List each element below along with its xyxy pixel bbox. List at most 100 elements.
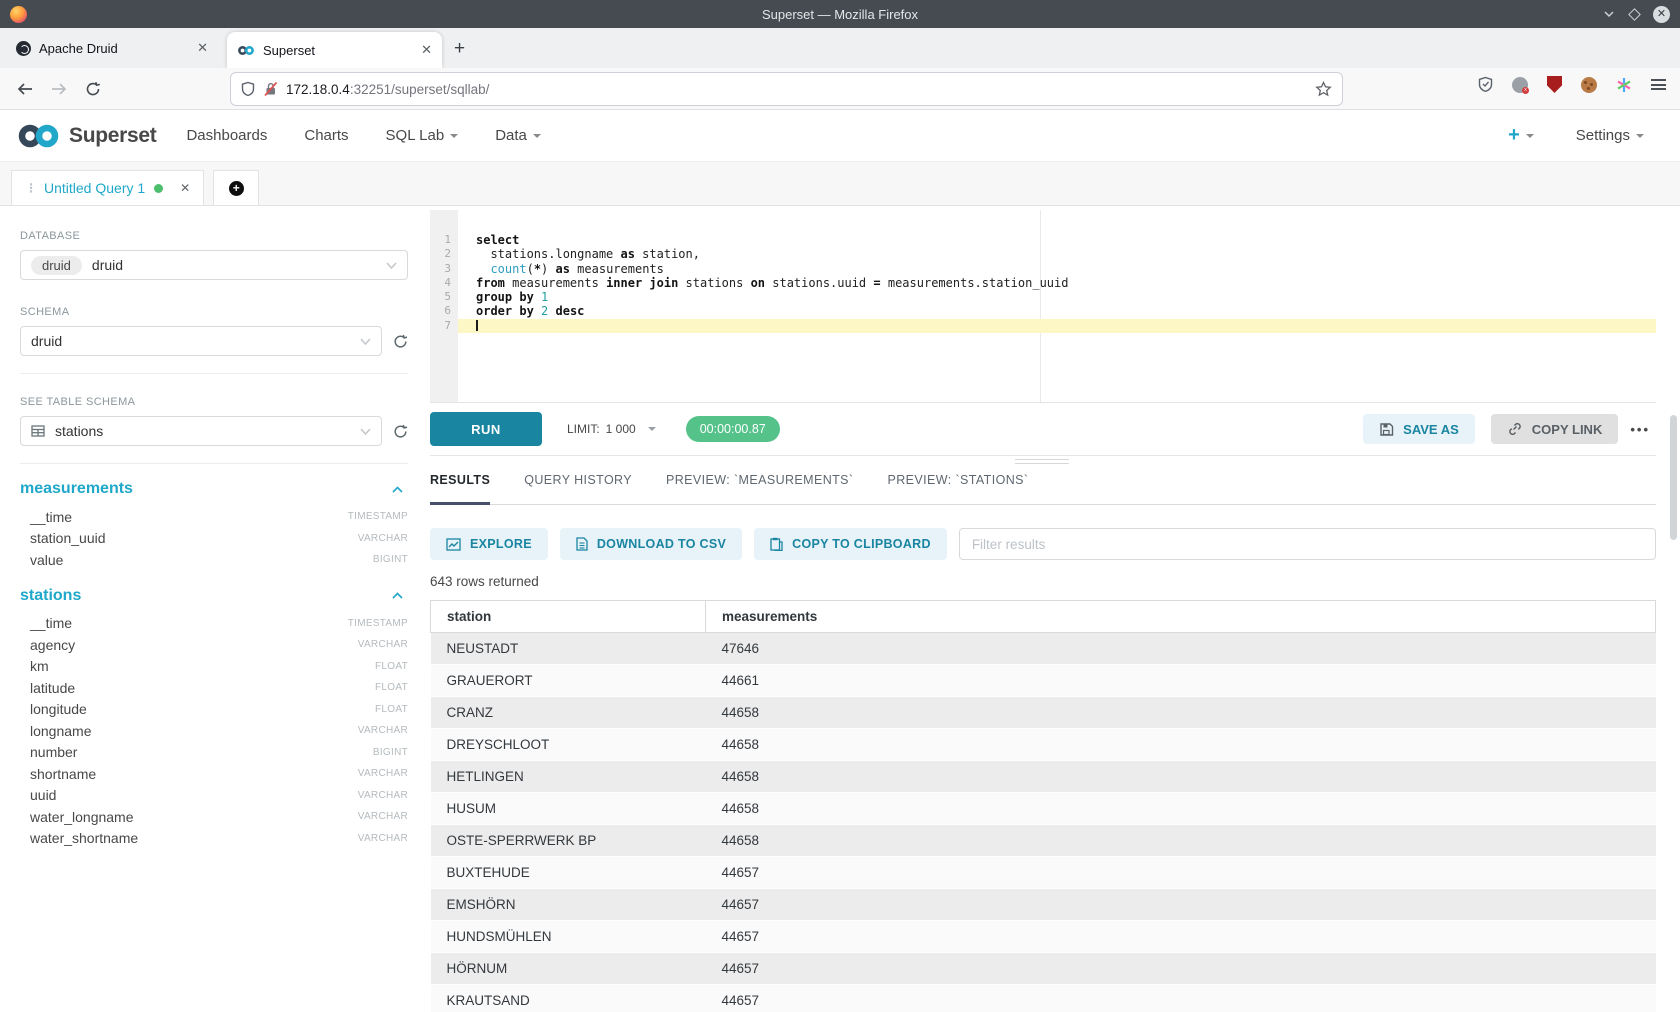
insecure-lock-icon[interactable]: [263, 81, 278, 97]
window-maximize-icon[interactable]: [1628, 8, 1641, 21]
snowflake-extension-icon[interactable]: [1616, 77, 1632, 93]
window-minimize-icon[interactable]: [1602, 7, 1616, 21]
copy-to-clipboard-button[interactable]: COPY TO CLIPBOARD: [754, 528, 947, 560]
limit-control[interactable]: LIMIT: 1 000: [567, 422, 656, 436]
nav-item-data[interactable]: Data: [495, 127, 541, 144]
table-row[interactable]: CRANZ44658: [431, 697, 1656, 729]
tracking-shield-icon[interactable]: [241, 81, 255, 97]
run-button[interactable]: RUN: [430, 412, 542, 446]
forward-button[interactable]: [46, 77, 72, 101]
table-row[interactable]: GRAUERORT44661: [431, 665, 1656, 697]
sql-editor[interactable]: 1select2 stations.longname as station,3 …: [430, 210, 1656, 402]
table-cell: HETLINGEN: [431, 761, 706, 793]
schema-select[interactable]: druid: [20, 326, 382, 356]
database-select[interactable]: druid druid: [20, 250, 408, 280]
table-row[interactable]: DREYSCHLOOT44658: [431, 729, 1656, 761]
table-row[interactable]: KRAUTSAND44657: [431, 985, 1656, 1012]
results-tab-query-history[interactable]: QUERY HISTORY: [524, 456, 632, 504]
bookmark-star-icon[interactable]: [1315, 81, 1332, 97]
nav-item-dashboards[interactable]: Dashboards: [186, 127, 267, 144]
nav-item-sql-lab[interactable]: SQL Lab: [386, 127, 459, 144]
line-number: 6: [430, 304, 458, 318]
table-row[interactable]: NEUSTADT47646: [431, 633, 1656, 665]
collapse-icon[interactable]: [391, 591, 404, 600]
table-row[interactable]: HÖRNUM44657: [431, 953, 1656, 985]
more-options-button[interactable]: •••: [1630, 422, 1650, 437]
query-timer-badge: 00:00:00.87: [686, 416, 780, 442]
table-schema-select[interactable]: stations: [20, 416, 382, 446]
tab-close-icon[interactable]: ✕: [197, 40, 208, 56]
column-row: kmFLOAT: [20, 656, 408, 678]
editor-line[interactable]: 4from measurements inner join stations o…: [430, 276, 1656, 290]
editor-line[interactable]: 1select: [430, 233, 1656, 247]
column-type: VARCHAR: [358, 790, 408, 801]
column-header-station[interactable]: station: [431, 601, 706, 633]
cookie-extension-icon[interactable]: [1581, 77, 1597, 93]
new-tab-button[interactable]: +: [454, 38, 465, 60]
editor-line[interactable]: 5group by 1: [430, 290, 1656, 304]
settings-menu[interactable]: Settings: [1576, 127, 1644, 144]
results-tab-preview-stations[interactable]: PREVIEW: `STATIONS`: [887, 456, 1028, 504]
copy-link-button[interactable]: COPY LINK: [1491, 414, 1619, 444]
refresh-table-button[interactable]: [393, 424, 408, 439]
table-cell: GRAUERORT: [431, 665, 706, 697]
table-cell: KRAUTSAND: [431, 985, 706, 1012]
window-close-icon[interactable]: ✕: [1653, 6, 1670, 23]
filter-results-input[interactable]: [959, 528, 1656, 560]
save-as-button[interactable]: SAVE AS: [1363, 414, 1475, 444]
table-row[interactable]: OSTE-SPERRWERK BP44658: [431, 825, 1656, 857]
brand-title[interactable]: Superset: [69, 124, 156, 148]
results-tab-preview-measurements[interactable]: PREVIEW: `MEASUREMENTS`: [666, 456, 853, 504]
url-bar[interactable]: 172.18.0.4:32251/superset/sqllab/: [230, 72, 1343, 106]
table-row[interactable]: HETLINGEN44658: [431, 761, 1656, 793]
table-row[interactable]: BUXTEHUDE44657: [431, 857, 1656, 889]
column-type: FLOAT: [375, 704, 408, 715]
editor-line[interactable]: 3 count(*) as measurements: [430, 262, 1656, 276]
new-query-tab-button[interactable]: +: [213, 170, 259, 205]
editor-line[interactable]: 6order by 2 desc: [430, 304, 1656, 318]
table-cell: 44657: [706, 889, 1656, 921]
mask-extension-icon[interactable]: [1512, 77, 1528, 93]
scrollbar-thumb[interactable]: [1670, 415, 1677, 540]
main-nav: Dashboards Charts SQL Lab Data: [186, 127, 540, 144]
table-section-stations[interactable]: stations: [20, 587, 408, 605]
collapse-icon[interactable]: [391, 485, 404, 494]
chevron-down-icon: [1636, 134, 1644, 142]
download-to-csv-button[interactable]: DOWNLOAD TO CSV: [560, 528, 742, 560]
table-cell: OSTE-SPERRWERK BP: [431, 825, 706, 857]
table-row[interactable]: HUNDSMÜHLEN44657: [431, 921, 1656, 953]
query-tab-close-icon[interactable]: ✕: [180, 181, 190, 195]
tab-close-icon[interactable]: ✕: [421, 42, 432, 58]
drag-handle-icon[interactable]: ⋮: [25, 181, 35, 195]
code-text: [458, 319, 1656, 333]
editor-active-line[interactable]: 7: [430, 319, 1656, 333]
ublock-extension-icon[interactable]: [1547, 76, 1562, 93]
editor-toolbar: RUN LIMIT: 1 000 00:00:00.87 SAVE AS COP…: [430, 403, 1656, 455]
editor-line[interactable]: 2 stations.longname as station,: [430, 247, 1656, 261]
chevron-down-icon: [360, 338, 371, 345]
reload-button[interactable]: [80, 77, 106, 101]
table-row[interactable]: EMSHÖRN44657: [431, 889, 1656, 921]
file-icon: [576, 537, 588, 551]
results-tab-results[interactable]: RESULTS: [430, 456, 490, 504]
query-tab[interactable]: ⋮ Untitled Query 1 ✕: [11, 170, 204, 205]
table-row[interactable]: HUSUM44658: [431, 793, 1656, 825]
explore-button[interactable]: EXPLORE: [430, 528, 548, 560]
back-button[interactable]: [12, 77, 38, 101]
column-row: longnameVARCHAR: [20, 720, 408, 742]
chevron-down-icon: [360, 428, 371, 435]
table-section-measurements[interactable]: measurements: [20, 480, 408, 498]
nav-item-charts[interactable]: Charts: [304, 127, 348, 144]
firefox-logo-icon: [10, 6, 27, 23]
chevron-down-icon: [533, 134, 541, 142]
refresh-schema-button[interactable]: [393, 334, 408, 349]
chevron-down-icon: [450, 134, 458, 142]
browser-tab-apache-druid[interactable]: Apache Druid ✕: [6, 28, 218, 68]
column-header-measurements[interactable]: measurements: [706, 601, 1656, 633]
browser-tab-superset[interactable]: Superset ✕: [227, 32, 442, 68]
line-number: 5: [430, 290, 458, 304]
add-new-button[interactable]: +: [1508, 124, 1534, 147]
limit-caret-icon: [648, 427, 656, 435]
protections-shield-icon[interactable]: [1478, 76, 1493, 93]
menu-button[interactable]: [1651, 77, 1666, 93]
